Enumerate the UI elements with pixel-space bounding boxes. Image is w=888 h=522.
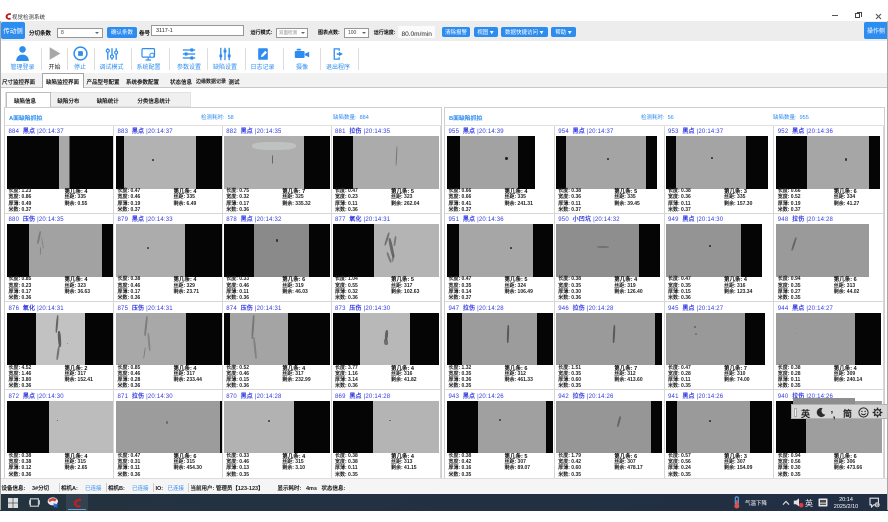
svg-text:6: 6 xyxy=(876,502,879,507)
